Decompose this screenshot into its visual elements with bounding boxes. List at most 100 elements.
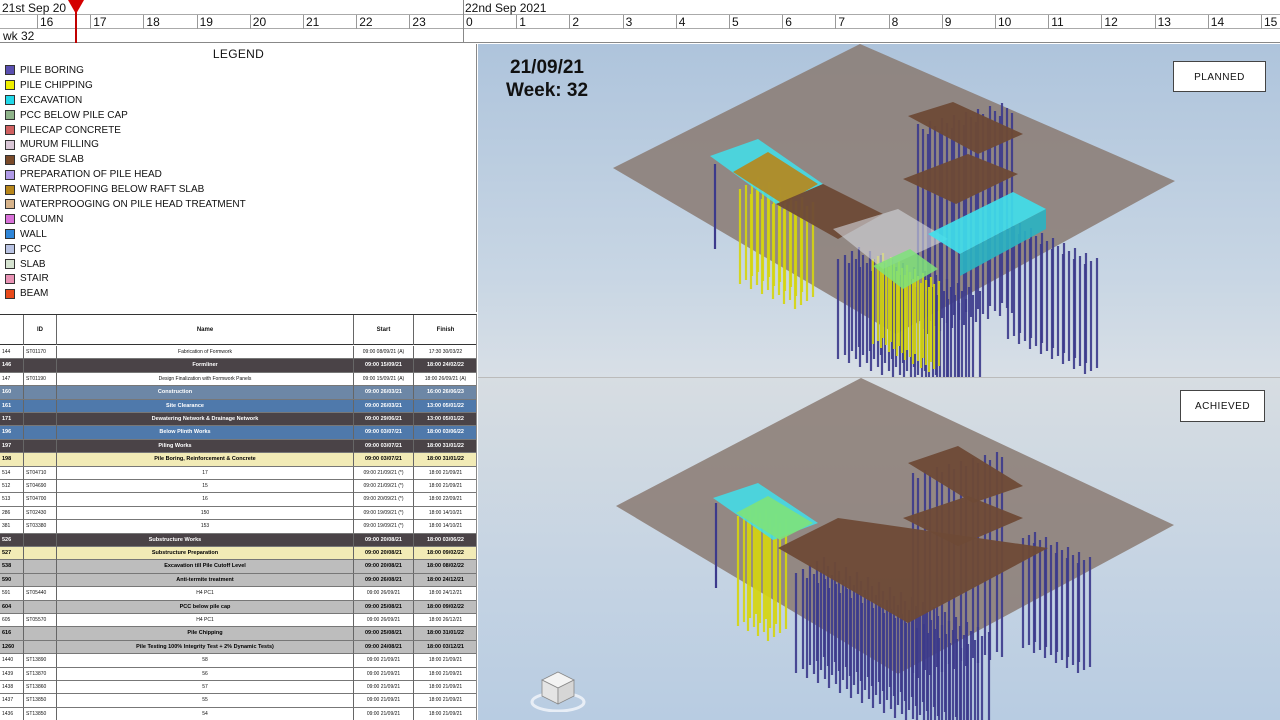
table-row[interactable]: 144 ST01170 Fabrication of Formwork 09:00 0… [0, 346, 476, 360]
achieved-building-model[interactable] [478, 378, 1280, 720]
legend-item-label: PILE BORING [20, 64, 84, 76]
id-cell: ST05440 [24, 587, 57, 601]
legend-item-label: WATERPROOFING BELOW RAFT SLAB [20, 184, 205, 196]
timeline-hour-label: 17 [93, 15, 107, 29]
table-row[interactable]: 605 ST05570 H4 PC1 09:00 26/09/21 18:00 26/1… [0, 614, 476, 628]
legend-item: COLUMN [5, 212, 246, 227]
table-row[interactable]: 160 Construction 09:00 26/03/21 16:00 26/06… [0, 386, 476, 400]
id-cell: ST13850 [24, 694, 57, 708]
table-row[interactable]: 526 Substructure Works 09:00 20/08/21 18:00… [0, 533, 476, 547]
table-row[interactable]: 196 Below Plinth Works 09:00 03/07/21 18:00… [0, 426, 476, 440]
timeline-hour-label: 7 [838, 15, 846, 29]
timeline-day-divider [463, 0, 464, 43]
name-cell: 150 [57, 506, 354, 520]
column-header-name[interactable]: Name [57, 315, 354, 345]
legend-item-label: COLUMN [20, 213, 64, 225]
legend-color-swatch [5, 65, 15, 76]
row-number-cell: 538 [0, 560, 24, 574]
row-number-cell: 513 [0, 493, 24, 507]
legend-color-swatch [5, 229, 15, 240]
name-cell: Fabrication of Formwork [57, 346, 354, 359]
table-row[interactable]: 1440 ST13890 58 09:00 21/09/21 18:00 21/09/2… [0, 654, 476, 668]
timeline-hour-label: 11 [1051, 15, 1064, 29]
finish-cell: 18:00 14/10/21 [428, 523, 463, 530]
name-cell: 15 [57, 480, 354, 493]
id-cell [24, 627, 57, 641]
timeline-hour-label: 14 [1210, 15, 1225, 29]
name-cell: 56 [57, 667, 354, 681]
table-row[interactable]: 591 ST05440 H4 PC1 09:00 26/09/21 18:00 24/1… [0, 587, 476, 601]
name-cell: Pile Boring, Reinforcement & Concrete [57, 453, 354, 467]
name-cell: 58 [57, 654, 354, 668]
column-header-id[interactable]: ID [24, 315, 57, 345]
view-cube-icon[interactable] [530, 666, 586, 712]
column-header-start[interactable]: Start [354, 315, 414, 345]
id-cell [24, 600, 57, 614]
name-cell: H4 PC1 [57, 587, 354, 601]
finish-cell: 18:00 24/12/21 [428, 590, 463, 597]
row-number-cell: 381 [0, 520, 24, 534]
start-cell: 09:00 15/09/21 [354, 359, 414, 373]
planned-status-button[interactable]: PLANNED [1173, 61, 1266, 92]
finish-cell: 18:00 21/09/21 [428, 710, 463, 717]
timeline-hour-label: 2 [572, 15, 580, 29]
legend-item-label: PILE CHIPPING [20, 79, 93, 91]
table-row[interactable]: 146 Formliner 09:00 15/09/21 18:00 24/02/22 [0, 359, 476, 373]
row-number-cell: 616 [0, 627, 24, 641]
table-row[interactable]: 1438 ST13860 57 09:00 21/09/21 18:00 21/09/2… [0, 681, 476, 695]
planned-3d-viewport[interactable]: 21/09/21 Week: 32 PLANNED [478, 44, 1280, 378]
table-row[interactable]: 197 Piling Works 09:00 03/07/21 18:00 31/01… [0, 439, 476, 454]
finish-cell: 18:00 21/09/21 [428, 469, 463, 476]
timeline-hour-label: 12 [1104, 15, 1118, 29]
id-cell [24, 640, 57, 654]
table-row[interactable]: 538 Excavation till Pile Cutoff Level 09:0… [0, 560, 476, 574]
table-row[interactable]: 616 Pile Chipping 09:00 25/08/21 18:00 31/0… [0, 627, 476, 641]
table-row[interactable]: 590 Anti-termite treatment 09:00 26/08/21 1… [0, 573, 476, 588]
achieved-3d-viewport[interactable]: ACHIEVED [478, 378, 1280, 720]
name-cell: Pile Testing 100% Integrity Test + 2% Dy… [57, 640, 354, 654]
table-row[interactable]: 198 Pile Boring, Reinforcement & Concrete… [0, 453, 476, 467]
column-header-row-number [0, 315, 24, 345]
timeline-hour-label: 8 [891, 15, 899, 29]
row-number-cell: 160 [0, 386, 24, 400]
task-table[interactable]: ID Name Start Finish 144 ST01170 Fabricati… [0, 314, 477, 720]
achieved-status-button[interactable]: ACHIEVED [1180, 390, 1265, 422]
table-row[interactable]: 1260 Pile Testing 100% Integrity Test + 2… [0, 640, 476, 655]
table-row[interactable]: 1437 ST13850 55 09:00 21/09/21 18:00 21/09/2… [0, 694, 476, 708]
start-cell: 09:00 26/03/21 [354, 399, 414, 413]
id-cell: ST13870 [24, 667, 57, 681]
column-header-finish[interactable]: Finish [414, 315, 476, 345]
finish-cell: 18:00 26/12/21 [428, 617, 463, 623]
start-cell: 09:00 20/08/21 [354, 533, 414, 547]
timeline-bar[interactable]: 21st Sep 20 22nd Sep 2021 16 17 18 19 20 21 22… [0, 0, 1280, 43]
row-number-cell: 591 [0, 587, 24, 601]
name-cell: Formliner [57, 359, 354, 373]
table-row[interactable]: 161 Site Clearance 09:00 26/03/21 13:00 05/… [0, 399, 476, 413]
table-row[interactable]: 527 Substructure Preparation 09:00 20/08/2… [0, 547, 476, 561]
finish-cell: 18:00 09/02/22 [426, 603, 464, 610]
timeline-hour-label: 9 [944, 15, 952, 29]
start-cell: 09:00 29/06/21 [354, 413, 414, 426]
finish-cell: 18:00 26/09/21 (A) [424, 375, 467, 382]
legend-item: PILE BORING [5, 63, 246, 78]
id-cell [24, 453, 57, 467]
table-row[interactable]: 171 Dewatering Network & Drainage Network… [0, 413, 476, 427]
finish-cell: 18:00 08/02/22 [426, 563, 464, 570]
table-row[interactable]: 147 ST01190 Design Finalization with Formw… [0, 372, 476, 387]
table-row[interactable]: 513 ST04700 16 09:00 20/09/21 (*) 18:00 22/0… [0, 493, 476, 507]
table-row[interactable]: 512 ST04690 15 09:00 21/09/21 (*) 18:00 21/0… [0, 480, 476, 494]
row-number-cell: 1440 [0, 654, 24, 668]
table-row[interactable]: 286 ST02430 150 09:00 19/09/21 (*) 18:00 14/… [0, 506, 476, 521]
planned-building-model[interactable] [478, 44, 1280, 378]
table-row[interactable]: 604 PCC below pile cap 09:00 25/08/21 18:00… [0, 600, 476, 614]
name-cell: 17 [57, 466, 354, 480]
table-row[interactable]: 381 ST03380 153 09:00 19/09/21 (*) 18:00 14/… [0, 520, 476, 534]
id-cell: ST05570 [24, 614, 57, 627]
table-row[interactable]: 1436 ST13850 54 09:00 21/09/21 18:00 21/09/2… [0, 707, 476, 720]
table-row[interactable]: 514 ST04710 17 09:00 21/09/21 (*) 18:00 21/0… [0, 466, 476, 480]
row-number-cell: 1438 [0, 681, 24, 694]
table-row[interactable]: 1439 ST13870 56 09:00 21/09/21 18:00 21/09/2… [0, 667, 476, 681]
playhead-marker-icon[interactable] [68, 0, 84, 14]
planned-date-overlay: 21/09/21 Week: 32 [506, 56, 588, 102]
legend-item-label: STAIR [20, 273, 49, 285]
